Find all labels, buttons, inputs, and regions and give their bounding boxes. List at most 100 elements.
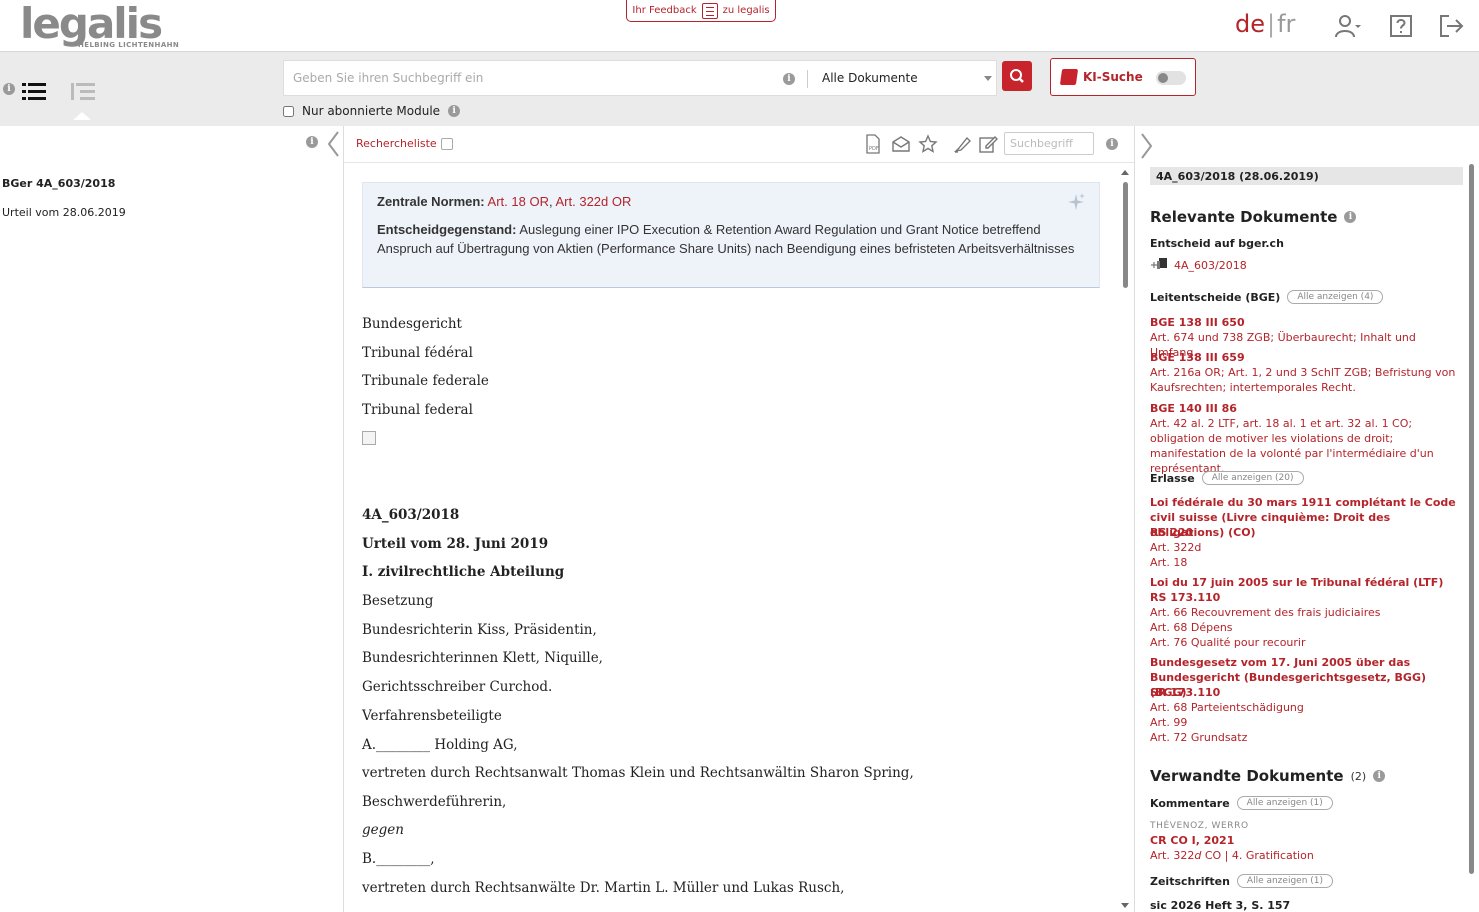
erlass-article-link[interactable]: Art. 72 Grundsatz [1150,730,1462,745]
verwandte-info-icon[interactable]: i [1373,770,1386,782]
mail-icon[interactable] [891,134,911,154]
document-line: 4A_603/2018 [362,507,460,523]
leitentscheide-heading: Leitentscheide (BGE) Alle anzeigen (4) [1150,290,1384,304]
normen-separator: , [548,194,553,209]
erlass-article-link[interactable]: Art. 322d [1150,540,1462,555]
collapse-right-icon[interactable] [1140,132,1154,160]
search-input[interactable] [284,61,774,95]
help-icon[interactable] [1387,12,1415,40]
ki-search-box[interactable]: KI-Suche [1050,58,1196,96]
relevante-info-icon[interactable]: i [1344,211,1357,223]
document-search-input[interactable] [1004,132,1094,155]
scroll-down-icon[interactable] [1120,902,1130,910]
document-panel: Rechercheliste PDF i Zentrale Normen: Ar… [344,126,1134,912]
kommentare-heading: Kommentare Alle anzeigen (1) [1150,796,1333,810]
erlass-article-link[interactable]: Art. 18 [1150,555,1462,570]
bge-ref-link[interactable]: BGE 138 III 650 [1150,315,1462,330]
abo-info-icon[interactable]: i [448,105,461,117]
search-divider [807,70,808,88]
top-bar: legalis HELBING LICHTENHAHN Ihr Feedback… [0,0,1479,52]
erlass-article-link[interactable]: Art. 99 [1150,715,1462,730]
rechercheliste-label: Rechercheliste [356,137,437,150]
normen-link-2[interactable]: Art. 322d OR [556,194,632,209]
document-line: B.________, [362,851,435,867]
document-line: Tribunale federale [362,373,489,389]
zeitschriften-title: Zeitschriften [1150,874,1230,888]
scope-select[interactable]: Alle Dokumente [822,71,918,85]
right-scroll-thumb[interactable] [1469,164,1474,874]
bge-ref-link[interactable]: BGE 140 III 86 [1150,401,1462,416]
lang-fr[interactable]: fr [1277,10,1295,38]
erlass-article-link[interactable]: Art. 66 Recouvrement des frais judiciair… [1150,605,1462,620]
erlass-article-link[interactable]: Art. 76 Qualité pour recourir [1150,635,1462,650]
kommentar-ref[interactable]: CR CO I, 2021 [1150,833,1462,848]
document-scroll-thumb[interactable] [1123,182,1128,288]
edit-icon[interactable] [978,134,998,154]
bge-description[interactable]: Art. 42 al. 2 LTF, art. 18 al. 1 et art.… [1150,416,1462,476]
bge-description[interactable]: Art. 216a OR; Art. 1, 2 und 3 SchlT ZGB;… [1150,365,1462,395]
verwandte-dokumente-heading: Verwandte Dokumente (2) i [1150,767,1386,785]
toolbar-info-icon[interactable]: i [1106,138,1118,150]
toc-view-icon[interactable] [71,81,97,103]
user-icon[interactable] [1333,12,1361,40]
normen-link-1[interactable]: Art. 18 OR [488,194,549,209]
active-view-pointer [73,112,91,120]
erlass-article-link[interactable]: Art. 68 Parteientschädigung [1150,700,1462,715]
ki-search-toggle[interactable] [1156,71,1186,85]
erlass-title-link[interactable]: Loi du 17 juin 2005 sur le Tribunal fédé… [1150,575,1462,590]
list-view-icon[interactable] [22,81,48,103]
scroll-up-icon[interactable] [1120,168,1130,176]
rechercheliste-toggle[interactable]: Rechercheliste [356,137,453,150]
document-line: Beschwerdeführerin, [362,794,507,810]
erlass-rs-number[interactable]: RS 220 [1150,525,1462,540]
bge-ref-link[interactable]: BGE 138 III 659 [1150,350,1462,365]
feedback-button[interactable]: Ihr Feedback zu legalis [626,0,776,22]
document-line: Bundesrichterinnen Klett, Niquille, [362,650,603,666]
kommentare-show-all[interactable]: Alle anzeigen (1) [1236,796,1333,810]
zeitschrift-ref[interactable]: sic 2026 Heft 3, S. 157 [1150,898,1462,912]
info-icon[interactable]: i [3,83,15,95]
abo-checkbox[interactable] [283,105,294,117]
erlasse-show-all[interactable]: Alle anzeigen (20) [1201,471,1304,485]
collapse-left-icon[interactable] [326,130,340,158]
document-line: Tribunal fédéral [362,345,473,361]
left-info-icon[interactable]: i [306,136,318,148]
leitentscheide-show-all[interactable]: Alle anzeigen (4) [1287,290,1384,304]
right-panel-header: 4A_603/2018 (28.06.2019) [1150,167,1463,185]
abo-filter[interactable]: Nur abonnierte Module i [283,104,461,118]
doc-title[interactable]: BGer 4A_603/2018 [2,177,115,190]
right-panel: 4A_603/2018 (28.06.2019) Relevante Dokum… [1134,126,1479,912]
erlasse-heading: Erlasse Alle anzeigen (20) [1150,471,1304,485]
document-line: Verfahrensbeteiligte [362,708,502,724]
star-icon[interactable] [918,134,938,154]
logout-icon[interactable] [1437,12,1465,40]
language-switcher: de|fr [1235,10,1295,38]
zeitschriften-show-all[interactable]: Alle anzeigen (1) [1236,874,1334,888]
kommentar-article[interactable]: Art. 322d CO | 4. Gratification [1150,848,1462,863]
erlass-article-link[interactable]: Art. 68 Dépens [1150,620,1462,635]
highlighter-icon[interactable] [953,134,973,154]
document-line: vertreten durch Rechtsanwälte Dr. Martin… [362,880,845,896]
normen-label: Zentrale Normen: [377,194,485,209]
left-panel: i BGer 4A_603/2018 Urteil vom 28.06.2019 [0,126,344,912]
search-row: i i Alle Dokumente KI-Suche Nur abonnier… [0,52,1479,126]
erlass-rs-number[interactable]: SR 173.110 [1150,685,1462,700]
erlass-rs-number[interactable]: RS 173.110 [1150,590,1462,605]
entscheid-link[interactable]: 4A_603/2018 [1150,257,1462,273]
search-info-icon[interactable]: i [783,73,795,85]
legalis-logo[interactable]: legalis HELBING LICHTENHAHN [20,2,179,50]
document-line: vertreten durch Rechtsanwalt Thomas Klei… [362,765,914,781]
right-scrollbar[interactable] [1468,164,1476,874]
document-line: Bundesrichterin Kiss, Präsidentin, [362,622,597,638]
ai-sparkle-icon[interactable] [1067,193,1085,211]
chevron-down-icon[interactable] [984,76,992,81]
pdf-icon[interactable]: PDF [863,134,883,154]
search-button[interactable] [1002,61,1032,91]
rechercheliste-checkbox[interactable] [440,137,453,150]
document-scrollbar[interactable] [1120,168,1130,912]
verwandte-count: (2) [1350,769,1367,783]
doc-subtitle: Urteil vom 28.06.2019 [2,206,126,219]
feedback-label-right: zu legalis [722,5,770,16]
lang-de[interactable]: de [1235,10,1265,38]
kommentar-rest: CO | 4. Gratification [1201,849,1314,862]
